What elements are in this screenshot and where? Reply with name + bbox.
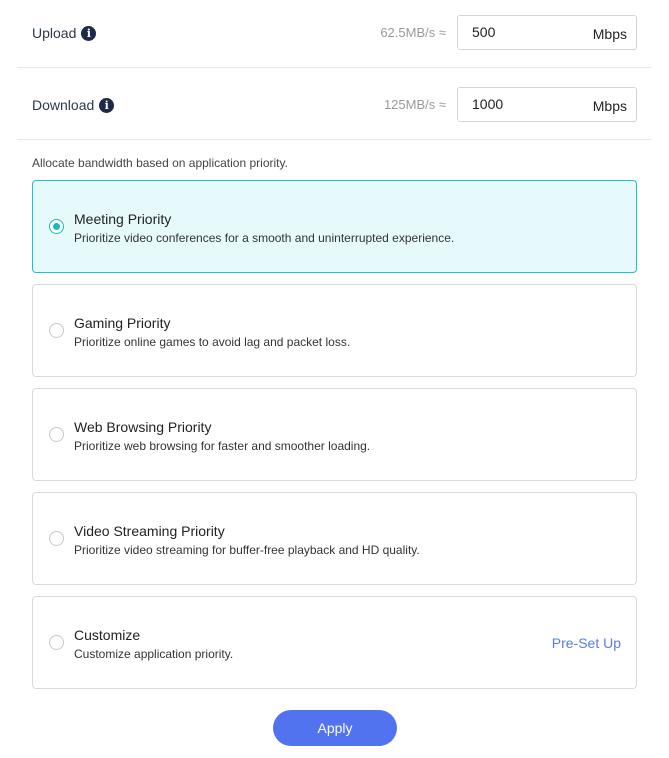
upload-unit: Mbps <box>592 26 627 42</box>
option-description: Prioritize web browsing for faster and s… <box>74 439 371 453</box>
option-description: Prioritize video conferences for a smoot… <box>74 231 455 245</box>
download-field[interactable]: Mbps <box>457 87 637 122</box>
option-title: Customize <box>74 627 141 643</box>
download-unit: Mbps <box>592 98 627 114</box>
option-description: Prioritize video streaming for buffer-fr… <box>74 543 420 557</box>
upload-label: Upload <box>32 25 77 41</box>
upload-row: Upload i 62.5MB/s ≈ Mbps <box>17 0 652 68</box>
option-description: Customize application priority. <box>74 647 234 661</box>
info-icon[interactable]: i <box>81 25 97 41</box>
download-input[interactable] <box>472 96 572 112</box>
preset-up-link[interactable]: Pre-Set Up <box>552 635 621 651</box>
bandwidth-settings-page: Upload i 62.5MB/s ≈ Mbps Download i 125M… <box>0 0 669 758</box>
option-title: Video Streaming Priority <box>74 523 225 539</box>
download-label-group: Download i <box>32 97 115 113</box>
apply-button[interactable]: Apply <box>273 710 397 746</box>
option-web-browsing-priority[interactable]: Web Browsing Priority Prioritize web bro… <box>32 388 637 481</box>
upload-input[interactable] <box>472 24 572 40</box>
download-row: Download i 125MB/s ≈ Mbps <box>17 72 652 140</box>
option-title: Meeting Priority <box>74 211 172 227</box>
radio-button[interactable] <box>49 427 64 442</box>
option-customize[interactable]: Customize Customize application priority… <box>32 596 637 689</box>
allocate-note: Allocate bandwidth based on application … <box>32 156 288 170</box>
option-meeting-priority[interactable]: Meeting Priority Prioritize video confer… <box>32 180 637 273</box>
download-approx-rate: 125MB/s ≈ <box>383 97 446 112</box>
upload-label-group: Upload i <box>32 25 97 41</box>
option-gaming-priority[interactable]: Gaming Priority Prioritize online games … <box>32 284 637 377</box>
radio-button[interactable] <box>49 531 64 546</box>
option-title: Gaming Priority <box>74 315 171 331</box>
option-title: Web Browsing Priority <box>74 419 212 435</box>
radio-button[interactable] <box>49 635 64 650</box>
option-video-streaming-priority[interactable]: Video Streaming Priority Prioritize vide… <box>32 492 637 585</box>
upload-field[interactable]: Mbps <box>457 15 637 50</box>
radio-button[interactable] <box>49 323 64 338</box>
info-icon[interactable]: i <box>99 97 115 113</box>
download-label: Download <box>32 97 95 113</box>
radio-button[interactable] <box>49 219 64 234</box>
option-description: Prioritize online games to avoid lag and… <box>74 335 351 349</box>
upload-approx-rate: 62.5MB/s ≈ <box>380 25 446 40</box>
